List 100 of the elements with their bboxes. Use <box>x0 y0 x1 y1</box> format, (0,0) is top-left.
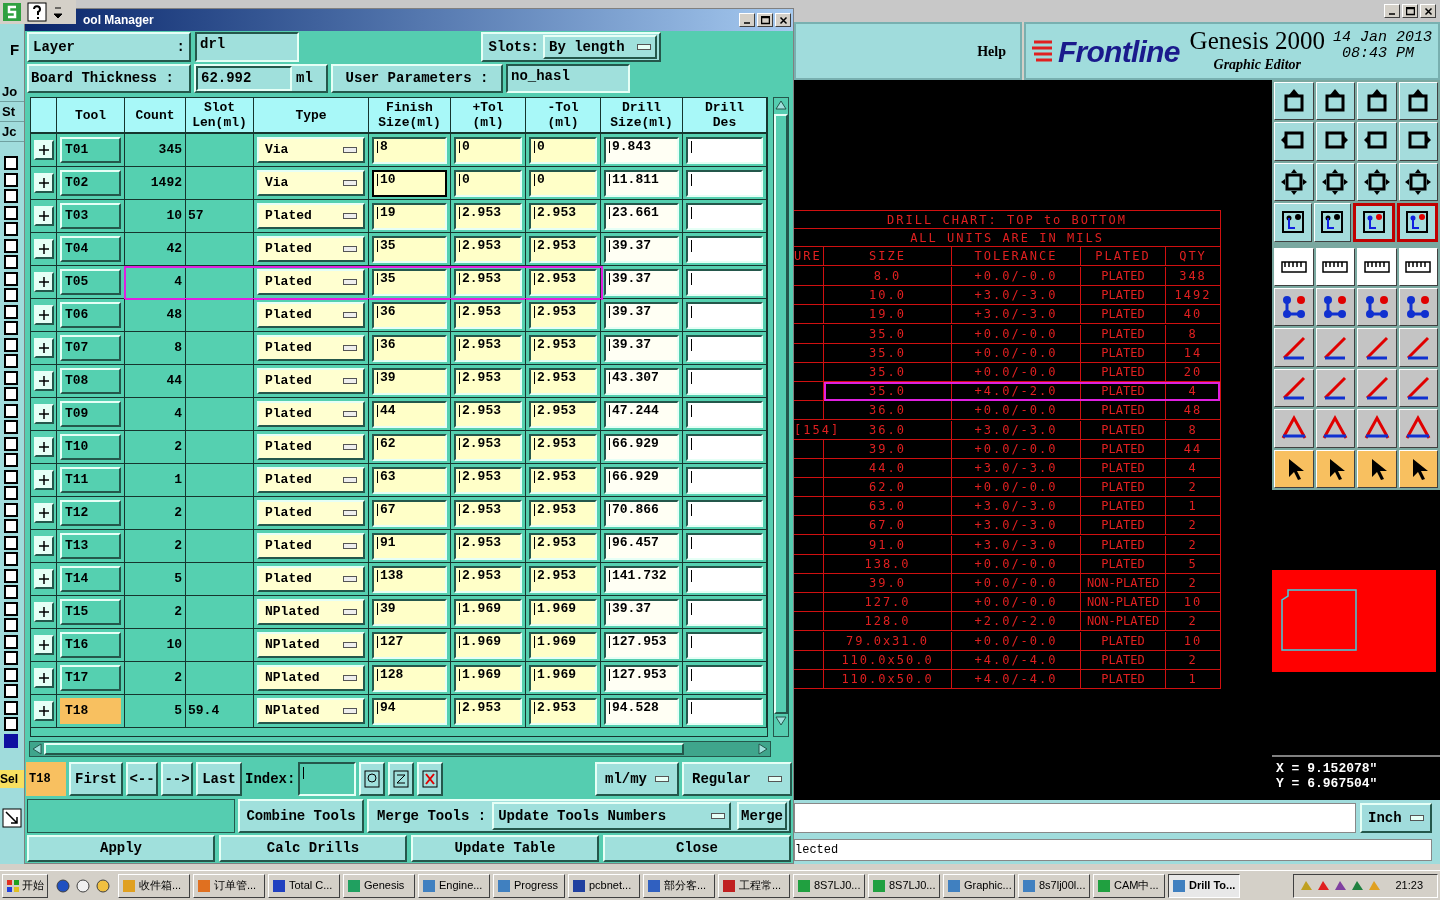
layer-toggle[interactable] <box>4 552 18 566</box>
layer-toggle[interactable] <box>4 535 18 550</box>
taskbar-button[interactable]: CAM中... <box>1093 873 1165 898</box>
plus-tolerance-field[interactable]: 2.953 <box>454 499 522 527</box>
layer-button[interactable]: Layer : <box>27 32 191 62</box>
minus-tolerance-field[interactable]: 2.953 <box>529 433 597 461</box>
layer-toggle[interactable] <box>4 255 18 269</box>
taskbar-button[interactable]: 部分客... <box>643 873 715 898</box>
tool-button[interactable]: T14 <box>60 566 121 592</box>
expand-button[interactable] <box>33 701 54 721</box>
plus-tolerance-field[interactable]: 0 <box>454 169 522 197</box>
finish-size-field[interactable]: 36 <box>372 301 447 329</box>
layer-toggle[interactable] <box>4 502 18 517</box>
drill-size-field[interactable]: 43.307 <box>604 367 679 395</box>
type-dropdown[interactable]: NPlated <box>257 632 365 658</box>
minus-tolerance-field[interactable]: 2.953 <box>529 367 597 395</box>
layer-toggle[interactable] <box>4 667 18 682</box>
tool-button[interactable]: T09 <box>60 401 121 427</box>
layer-toggle[interactable] <box>4 717 18 731</box>
layer-field[interactable]: drl <box>195 32 299 62</box>
mode-dropdown[interactable]: Regular <box>682 762 792 796</box>
layer-toggle[interactable] <box>4 354 18 368</box>
type-dropdown[interactable]: Plated <box>257 434 365 460</box>
start-button[interactable]: 开始 <box>2 873 48 898</box>
plus-tolerance-field[interactable]: 2.953 <box>454 466 522 494</box>
drill-des-field[interactable] <box>686 367 763 395</box>
finish-size-field[interactable]: 62 <box>372 433 447 461</box>
layer-toggle[interactable] <box>4 238 18 253</box>
tool-button[interactable]: T08 <box>60 368 121 394</box>
type-dropdown[interactable]: NPlated <box>257 698 365 724</box>
drill-size-field[interactable]: 39.37 <box>604 268 679 296</box>
layer-toggle[interactable] <box>4 189 18 203</box>
finish-size-field[interactable]: 39 <box>372 598 447 626</box>
bulb-button[interactable] <box>359 762 386 796</box>
next-button[interactable]: --> <box>161 762 193 796</box>
expand-button[interactable] <box>33 569 54 589</box>
expand-button[interactable] <box>33 140 54 160</box>
drill-size-field[interactable]: 9.843 <box>604 136 679 164</box>
drill-size-field[interactable]: 141.732 <box>604 565 679 593</box>
minus-tolerance-field[interactable]: 2.953 <box>529 268 597 296</box>
layer-toggle[interactable] <box>4 469 18 484</box>
maximize-button[interactable] <box>757 13 773 27</box>
plus-tolerance-field[interactable]: 2.953 <box>454 202 522 230</box>
command-field[interactable] <box>794 803 1356 833</box>
layer-toggle[interactable] <box>4 436 18 451</box>
taskbar-button[interactable]: Drill To... <box>1168 873 1240 898</box>
drill-des-field[interactable] <box>686 301 763 329</box>
drill-des-field[interactable] <box>686 400 763 428</box>
tool-button[interactable]: T01 <box>60 137 121 163</box>
drill-des-field[interactable] <box>686 499 763 527</box>
tool-button[interactable]: T07 <box>60 335 121 361</box>
merge-button[interactable]: Merge <box>737 802 787 830</box>
units-dropdown[interactable]: Inch <box>1360 803 1432 833</box>
horizontal-scrollbar[interactable] <box>29 741 771 757</box>
finish-size-field[interactable]: 8 <box>372 136 447 164</box>
minus-tolerance-field[interactable]: 0 <box>529 136 597 164</box>
layer-toggle[interactable] <box>4 519 18 533</box>
taskbar-button[interactable]: 工程常... <box>718 873 790 898</box>
layer-toggle[interactable] <box>4 304 18 319</box>
plus-tolerance-field[interactable]: 2.953 <box>454 400 522 428</box>
drill-size-field[interactable]: 127.953 <box>604 631 679 659</box>
tray-icon[interactable] <box>1334 879 1348 892</box>
finish-size-field[interactable]: 19 <box>372 202 447 230</box>
expand-button[interactable] <box>33 305 54 325</box>
drill-des-field[interactable] <box>686 598 763 626</box>
drill-size-field[interactable]: 39.37 <box>604 598 679 626</box>
plus-tolerance-field[interactable]: 1.969 <box>454 664 522 692</box>
scroll-thumb[interactable] <box>44 743 684 755</box>
action-button[interactable]: Apply <box>27 835 215 862</box>
delete-button[interactable] <box>417 762 444 796</box>
tool-button[interactable]: T17 <box>60 665 121 691</box>
drill-des-field[interactable] <box>686 565 763 593</box>
finish-size-field[interactable]: 35 <box>372 268 447 296</box>
taskbar-button[interactable]: Genesis <box>343 873 415 898</box>
expand-button[interactable] <box>33 503 54 523</box>
layer-toggle[interactable] <box>4 271 18 286</box>
plus-tolerance-field[interactable]: 2.953 <box>454 697 522 725</box>
expand-button[interactable] <box>33 602 54 622</box>
plus-tolerance-field[interactable]: 2.953 <box>454 367 522 395</box>
minus-tolerance-field[interactable]: 0 <box>529 169 597 197</box>
drill-size-field[interactable]: 127.953 <box>604 664 679 692</box>
layer-toggle[interactable] <box>4 321 18 335</box>
scroll-thumb[interactable] <box>774 114 788 714</box>
expand-button[interactable] <box>33 668 54 688</box>
taskbar-button[interactable]: 8S7LJ0... <box>868 873 940 898</box>
type-dropdown[interactable]: Via <box>257 170 365 196</box>
layer-toggle[interactable] <box>4 684 18 698</box>
drill-size-field[interactable]: 66.929 <box>604 433 679 461</box>
minus-tolerance-field[interactable]: 1.969 <box>529 631 597 659</box>
action-button[interactable]: Update Table <box>411 835 599 862</box>
first-button[interactable]: First <box>69 762 123 796</box>
plus-tolerance-field[interactable]: 2.953 <box>454 565 522 593</box>
drill-des-field[interactable] <box>686 697 763 725</box>
tray-icon[interactable] <box>1351 879 1365 892</box>
taskbar-button[interactable]: Total C... <box>268 873 340 898</box>
drill-des-field[interactable] <box>686 664 763 692</box>
plus-tolerance-field[interactable]: 2.953 <box>454 433 522 461</box>
layer-toggle[interactable] <box>4 370 18 385</box>
minus-tolerance-field[interactable]: 2.953 <box>529 202 597 230</box>
plus-tolerance-field[interactable]: 0 <box>454 136 522 164</box>
